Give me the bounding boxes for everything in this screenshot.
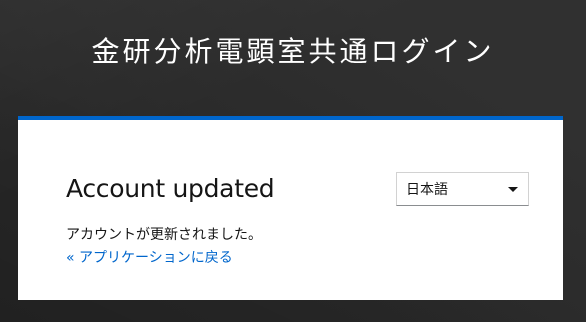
card-heading: Account updated: [66, 174, 275, 203]
language-select[interactable]: 日本語: [396, 172, 529, 206]
account-updated-card: Account updated 日本語 アカウントが更新されました。 « アプリ…: [18, 116, 563, 300]
page-title: 金研分析電顕室共通ログイン: [91, 35, 495, 68]
language-select-value: 日本語: [406, 182, 448, 198]
page-header: 金研分析電顕室共通ログイン: [0, 0, 586, 116]
status-message: アカウントが更新されました。: [66, 227, 262, 243]
caret-down-icon: [508, 186, 518, 192]
back-to-application-link[interactable]: « アプリケーションに戻る: [66, 247, 233, 267]
